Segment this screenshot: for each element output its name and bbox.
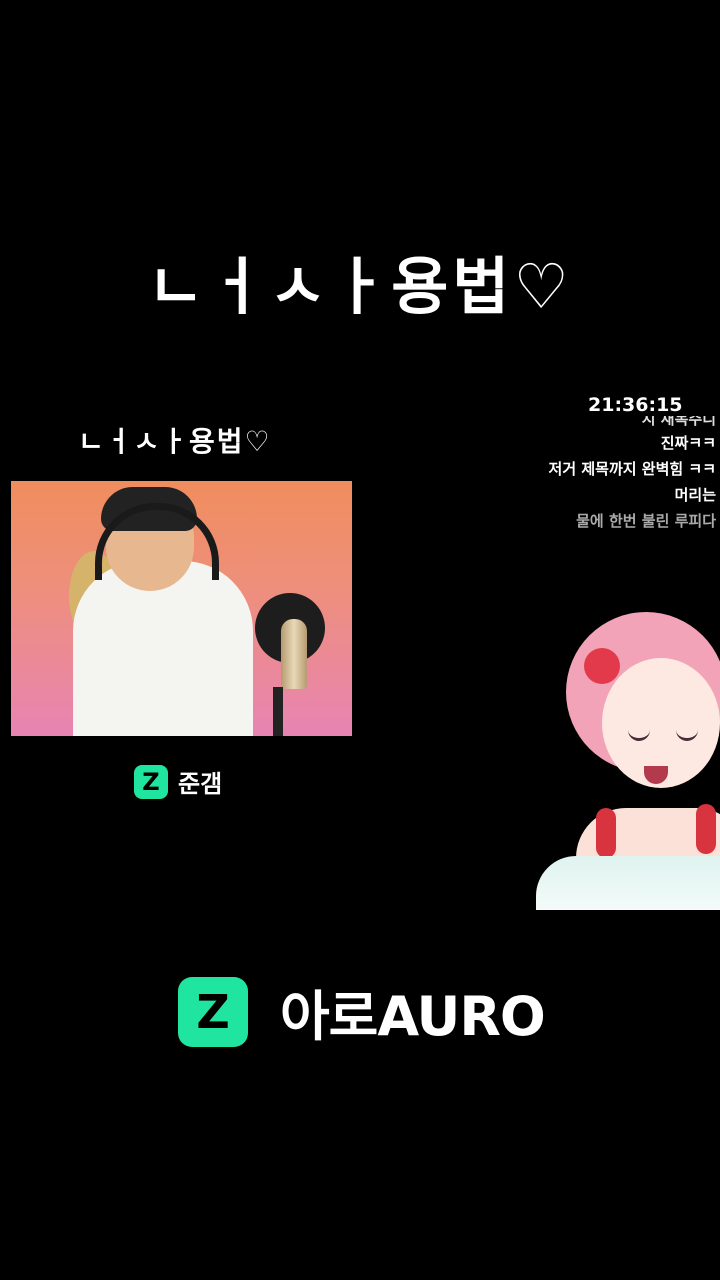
chat-line: 물에 한번 불린 루피다 (576, 512, 716, 530)
avatar-frill (596, 808, 616, 858)
hibiscus-flower-icon (584, 648, 620, 684)
brand-footer[interactable]: Z 아로AURO (178, 972, 546, 1051)
vtuber-avatar (536, 608, 720, 910)
video-title-large: ㄴㅓㅅㅏ용법♡ (147, 250, 573, 323)
auro-logo-icon: Z (134, 764, 168, 799)
video-title-small: ㄴㅓㅅㅏ용법♡ (78, 425, 272, 458)
avatar-frill (696, 804, 716, 854)
chat-line-clipped: 시 새복주디 (641, 416, 716, 428)
channel-badge[interactable]: Z 준갬 (134, 764, 222, 799)
chat-overlay: 시 새복주디 진짜ㅋㅋ 저거 제목까지 완벽힘 ㅋㅋ 머리는 물에 한번 불린 … (549, 416, 716, 534)
mic-stand-image (273, 687, 283, 736)
video-thumbnail[interactable] (11, 481, 352, 736)
channel-name: 준갬 (178, 770, 223, 798)
chat-line: 진짜ㅋㅋ (660, 434, 716, 452)
avatar-dress (536, 856, 720, 910)
microphone-icon (281, 619, 307, 689)
stream-clock: 21:36:15 (588, 394, 683, 416)
brand-name: 아로AURO (280, 985, 546, 1048)
chat-line: 머리는 (674, 486, 716, 504)
chat-line: 저거 제목까지 완벽힘 ㅋㅋ (548, 460, 716, 478)
auro-logo-icon: Z (178, 976, 248, 1047)
